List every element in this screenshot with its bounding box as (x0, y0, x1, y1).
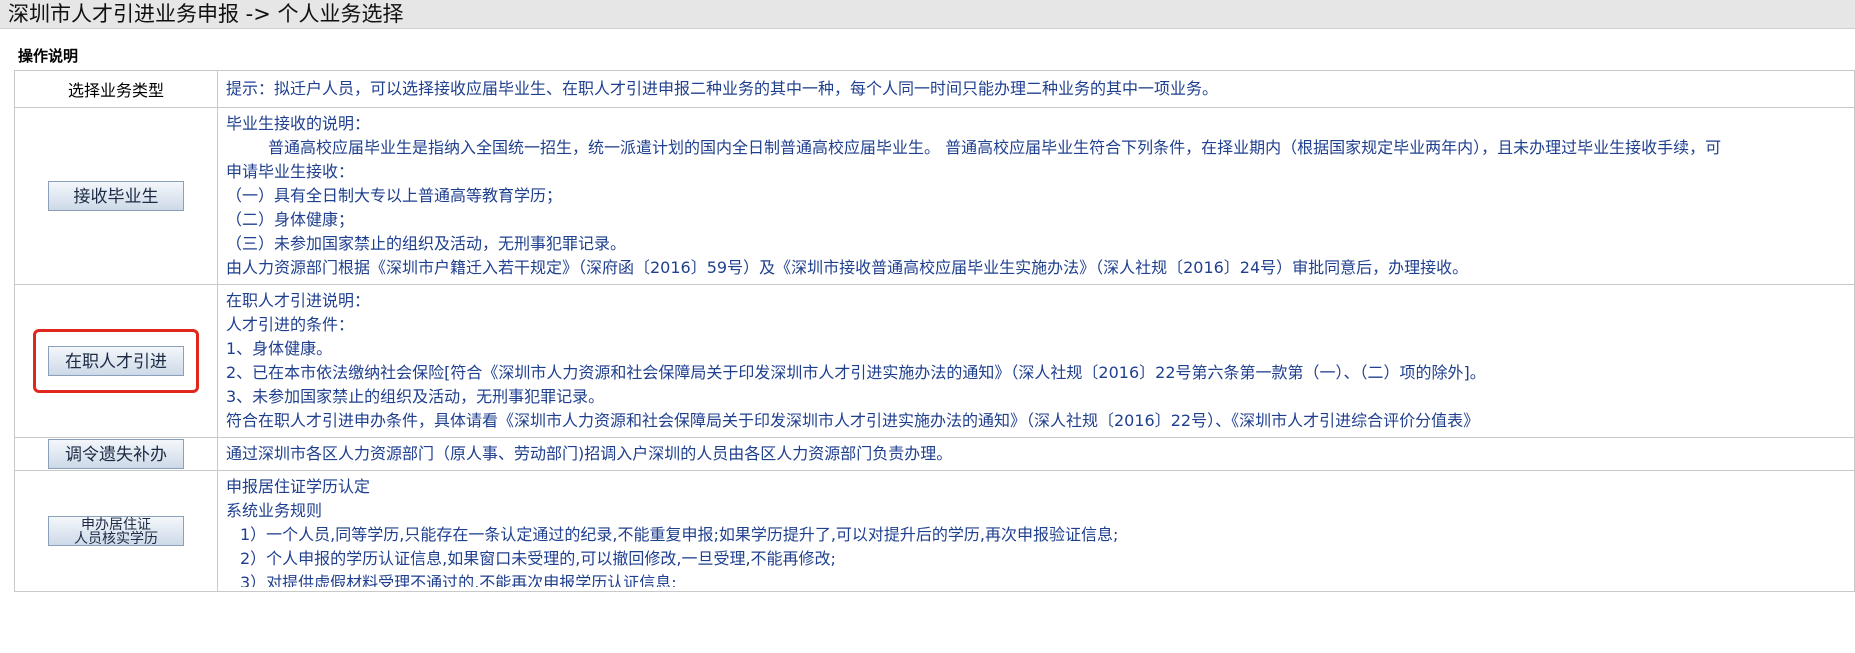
talent-description: 在职人才引进说明： 人才引进的条件： 1、身体健康。 2、已在本市依法缴纳社会保… (217, 284, 1855, 438)
graduate-description: 毕业生接收的说明： 普通高校应届毕业生是指纳入全国统一招生，统一派遣计划的国内全… (217, 107, 1855, 285)
desc-line: 2）个人申报的学历认证信息,如果窗口未受理的,可以撤回修改,一旦受理,不能再修改… (240, 549, 836, 568)
transfer-description: 通过深圳市各区人力资源部门（原人事、劳动部门)招调入户深圳的人员由各区人力资源部… (217, 437, 1855, 471)
desc-line: 申请毕业生接收： (226, 162, 355, 181)
table-header-row: 选择业务类型 提示：拟迁户人员，可以选择接收应届毕业生、在职人才引进申报二种业务… (14, 70, 1855, 108)
desc-line: 符合在职人才引进申办条件，具体请看《深圳市人力资源和社会保障局关于印发深圳市人才… (226, 411, 1480, 430)
transfer-order-reissue-button[interactable]: 调令遗失补办 (48, 439, 184, 469)
tip-text: 提示：拟迁户人员，可以选择接收应届毕业生、在职人才引进申报二种业务的其中一种，每… (226, 79, 1219, 98)
desc-line: 1、身体健康。 (226, 339, 333, 358)
desc-line: 3、未参加国家禁止的组织及活动，无刑事犯罪记录。 (226, 387, 605, 406)
desc-line: （一）具有全日制大专以上普通高等教育学历； (226, 186, 563, 205)
section-title: 操作说明 (18, 47, 79, 65)
highlight-box: 在职人才引进 (33, 329, 199, 393)
desc-line: 申报居住证学历认定 (226, 477, 371, 496)
desc-line: （二）身体健康； (226, 210, 355, 229)
button-line: 人员核实学历 (74, 530, 158, 547)
header-tip: 提示：拟迁户人员，可以选择接收应届毕业生、在职人才引进申报二种业务的其中一种，每… (217, 70, 1855, 108)
table-row-graduate: 接收毕业生 毕业生接收的说明： 普通高校应届毕业生是指纳入全国统一招生，统一派遣… (14, 107, 1855, 285)
window-title: 深圳市人才引进业务申报 -> 个人业务选择 (0, 0, 1855, 29)
residence-description: 申报居住证学历认定 系统业务规则 1）一个人员,同等学历,只能存在一条认定通过的… (217, 470, 1855, 592)
desc-line: 系统业务规则 (226, 501, 323, 520)
desc-line: 由人力资源部门根据《深圳市户籍迁入若干规定》（深府函〔2016〕59号）及《深圳… (226, 258, 1469, 277)
desc-line: 毕业生接收的说明： (226, 114, 371, 133)
accept-graduate-button[interactable]: 接收毕业生 (48, 181, 184, 211)
table-row-transfer: 调令遗失补办 通过深圳市各区人力资源部门（原人事、劳动部门)招调入户深圳的人员由… (14, 437, 1855, 471)
residence-education-verify-button[interactable]: 申办居住证 人员核实学历 (48, 515, 184, 547)
desc-line: 1）一个人员,同等学历,只能存在一条认定通过的纪录,不能重复申报;如果学历提升了… (240, 525, 1119, 544)
table-row-talent: 在职人才引进 在职人才引进说明： 人才引进的条件： 1、身体健康。 2、已在本市… (14, 284, 1855, 438)
desc-line: 普通高校应届毕业生是指纳入全国统一招生，统一派遣计划的国内全日制普通高校应届毕业… (268, 138, 1722, 157)
desc-line: 在职人才引进说明： (226, 291, 371, 310)
business-type-table: 选择业务类型 提示：拟迁户人员，可以选择接收应届毕业生、在职人才引进申报二种业务… (14, 70, 1855, 592)
desc-line: 人才引进的条件： (226, 315, 355, 334)
desc-line: 3）对提供虚假材料受理不通过的,不能再次申报学历认证信息; (240, 573, 677, 587)
desc-line: （三）未参加国家禁止的组织及活动，无刑事犯罪记录。 (226, 234, 627, 253)
talent-introduction-button[interactable]: 在职人才引进 (48, 346, 184, 376)
table-row-residence: 申办居住证 人员核实学历 申报居住证学历认定 系统业务规则 1）一个人员,同等学… (14, 470, 1855, 592)
desc-line: 2、已在本市依法缴纳社会保险[符合《深圳市人力资源和社会保障局关于印发深圳市人才… (226, 363, 1486, 382)
header-label: 选择业务类型 (14, 70, 218, 108)
desc-line: 通过深圳市各区人力资源部门（原人事、劳动部门)招调入户深圳的人员由各区人力资源部… (226, 444, 953, 463)
